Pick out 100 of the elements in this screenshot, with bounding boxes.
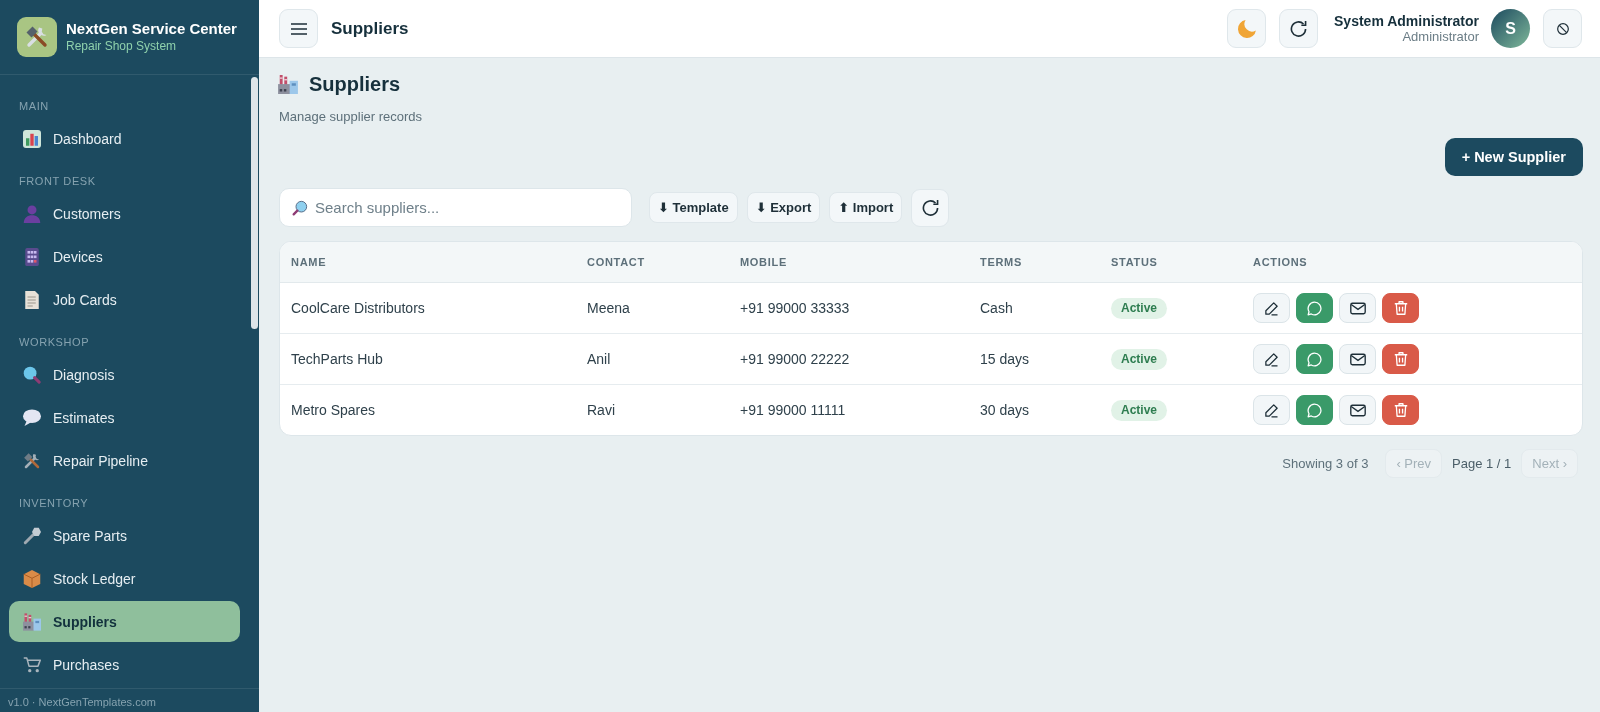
chat-button[interactable] bbox=[1296, 344, 1333, 374]
refresh-icon bbox=[921, 199, 939, 216]
menu-icon bbox=[290, 22, 307, 35]
search-field[interactable]: Search suppliers... bbox=[279, 188, 632, 227]
moon-icon bbox=[1237, 19, 1256, 38]
version-text: v1.0 · NextGenTemplates.com bbox=[8, 696, 156, 708]
results-summary: Showing 3 of 3 bbox=[1282, 456, 1369, 471]
sidebar-item[interactable]: Purchases bbox=[9, 644, 240, 685]
table-cell: TechParts Hub bbox=[280, 333, 576, 385]
chat-icon bbox=[1307, 402, 1322, 418]
user-role: Administrator bbox=[1402, 29, 1479, 44]
mail-icon bbox=[1349, 352, 1366, 366]
header-title: Suppliers bbox=[331, 18, 409, 39]
pencil-icon bbox=[1264, 300, 1279, 316]
refresh-button[interactable] bbox=[1279, 9, 1319, 48]
table-cell: +91 99000 33333 bbox=[729, 282, 969, 334]
sidebar-item[interactable]: Spare Parts bbox=[9, 515, 240, 556]
sidebar-item[interactable]: Job Cards bbox=[9, 279, 240, 320]
import-button[interactable]: ⬆ Import bbox=[829, 192, 903, 223]
speech-bubble-icon bbox=[23, 408, 41, 427]
search-icon bbox=[292, 200, 308, 216]
edit-button[interactable] bbox=[1253, 293, 1290, 323]
delete-button[interactable] bbox=[1382, 344, 1419, 374]
document-icon bbox=[23, 290, 41, 309]
trash-icon bbox=[1393, 300, 1408, 316]
export-button[interactable]: ⬇ Export bbox=[746, 192, 821, 223]
sidebar-item[interactable]: Estimates bbox=[9, 397, 240, 438]
tools-icon bbox=[23, 451, 41, 470]
theme-toggle-button[interactable] bbox=[1227, 9, 1267, 48]
table-cell: +91 99000 22222 bbox=[729, 333, 969, 385]
table-cell: Ravi bbox=[576, 384, 729, 435]
mail-icon bbox=[1349, 403, 1366, 417]
page-subtitle: Manage supplier records bbox=[279, 109, 424, 125]
menu-button[interactable] bbox=[279, 9, 318, 48]
factory-icon bbox=[23, 612, 41, 631]
brand-subtitle: Repair Shop System bbox=[66, 39, 178, 54]
page-heading: Suppliers bbox=[309, 72, 401, 96]
avatar: S bbox=[1491, 9, 1530, 48]
table-cell: Metro Spares bbox=[280, 384, 576, 435]
status-badge: Active bbox=[1111, 348, 1168, 370]
calculator-icon bbox=[23, 247, 41, 266]
mail-icon bbox=[1349, 301, 1366, 315]
column-header: TERMS bbox=[969, 242, 1100, 283]
template-button[interactable]: ⬇ Template bbox=[649, 192, 738, 223]
email-button[interactable] bbox=[1339, 344, 1376, 374]
delete-button[interactable] bbox=[1382, 395, 1419, 425]
email-button[interactable] bbox=[1339, 293, 1376, 323]
email-button[interactable] bbox=[1339, 395, 1376, 425]
sidebar-item[interactable]: Stock Ledger bbox=[9, 558, 240, 599]
bar-chart-icon bbox=[23, 129, 41, 148]
column-header: NAME bbox=[280, 242, 576, 283]
chat-icon bbox=[1307, 300, 1322, 316]
chat-button[interactable] bbox=[1296, 395, 1333, 425]
status-badge: Active bbox=[1111, 297, 1168, 319]
scrollbar[interactable] bbox=[251, 77, 258, 329]
section-label: FRONT DESK bbox=[18, 174, 97, 189]
pencil-icon bbox=[1264, 351, 1279, 367]
column-header: MOBILE bbox=[729, 242, 969, 283]
person-icon bbox=[23, 204, 41, 223]
edit-button[interactable] bbox=[1253, 395, 1290, 425]
refresh-button[interactable] bbox=[911, 188, 950, 227]
sidebar-item[interactable]: Diagnosis bbox=[9, 354, 240, 395]
column-header: ACTIONS bbox=[1242, 242, 1582, 283]
table-cell: +91 99000 11111 bbox=[729, 384, 969, 435]
section-label: INVENTORY bbox=[18, 496, 90, 511]
status-badge: Active bbox=[1111, 399, 1168, 421]
magnifier-icon bbox=[23, 365, 41, 384]
table-cell: CoolCare Distributors bbox=[280, 282, 576, 334]
table-cell: 30 days bbox=[969, 384, 1100, 435]
sidebar-item[interactable]: Repair Pipeline bbox=[9, 440, 240, 481]
delete-button[interactable] bbox=[1382, 293, 1419, 323]
section-label: WORKSHOP bbox=[18, 335, 91, 350]
package-icon bbox=[23, 569, 41, 588]
sidebar-item[interactable]: Dashboard bbox=[9, 118, 240, 159]
sidebar-item[interactable]: Customers bbox=[9, 193, 240, 234]
bolt-icon bbox=[23, 526, 41, 545]
new-supplier-button[interactable]: + New Supplier bbox=[1444, 138, 1583, 176]
sidebar-item[interactable]: Suppliers bbox=[9, 601, 240, 642]
table-cell: Cash bbox=[969, 282, 1100, 334]
column-header: STATUS bbox=[1100, 242, 1242, 283]
logo-icon bbox=[17, 17, 57, 57]
page-indicator: Page 1 / 1 bbox=[1452, 456, 1512, 471]
refresh-icon bbox=[1290, 20, 1308, 37]
column-header: CONTACT bbox=[576, 242, 729, 283]
chat-icon bbox=[1307, 351, 1322, 367]
brand-title: NextGen Service Center bbox=[66, 20, 237, 38]
table-cell: Anil bbox=[576, 333, 729, 385]
trash-icon bbox=[1393, 402, 1408, 418]
section-label: MAIN bbox=[18, 99, 50, 114]
user-name: System Administrator bbox=[1334, 13, 1479, 29]
pencil-icon bbox=[1264, 402, 1279, 418]
logout-button[interactable] bbox=[1543, 9, 1582, 48]
table-cell: 15 days bbox=[969, 333, 1100, 385]
edit-button[interactable] bbox=[1253, 344, 1290, 374]
sidebar-item[interactable]: Devices bbox=[9, 236, 240, 277]
factory-icon bbox=[278, 74, 298, 94]
cart-icon bbox=[23, 655, 41, 674]
circle-slash-icon bbox=[1556, 22, 1569, 35]
chat-button[interactable] bbox=[1296, 293, 1333, 323]
table-cell: Meena bbox=[576, 282, 729, 334]
